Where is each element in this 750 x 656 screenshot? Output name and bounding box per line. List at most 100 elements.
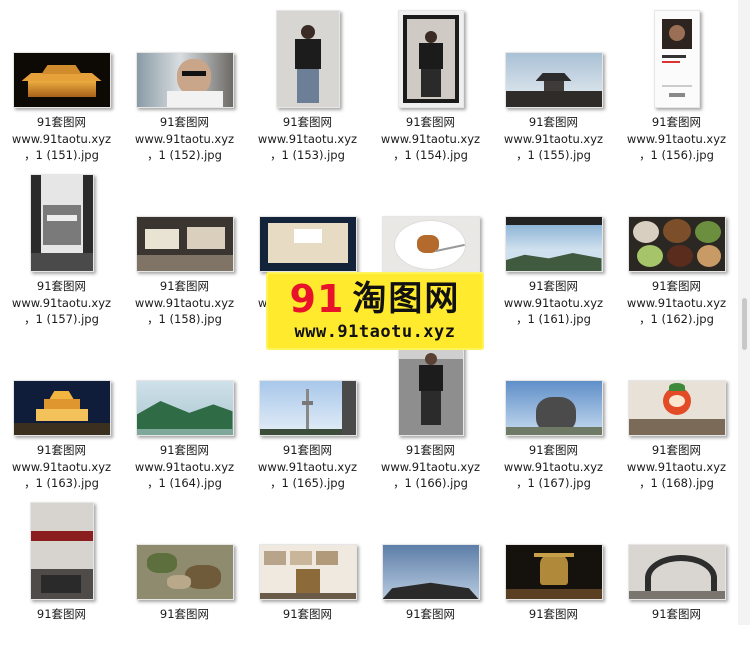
- file-file-text: ，1 (151).jpg: [24, 148, 99, 162]
- file-item[interactable]: 91套图网 www.91taotu.xyz ，1 (158).jpg: [123, 164, 246, 328]
- thumbnail-image[interactable]: [258, 216, 357, 272]
- thumbnail-wrap: [246, 4, 369, 108]
- file-name-text: 91套图网: [651, 607, 702, 621]
- thumbnail-wrap: [492, 332, 615, 436]
- file-file-text: ，1 (164).jpg: [147, 476, 222, 490]
- file-site-text: www.91taotu.xyz: [11, 295, 112, 310]
- thumbnail-wrap: [615, 4, 738, 108]
- file-caption: 91套图网: [0, 606, 123, 623]
- thumbnail-image[interactable]: [258, 544, 357, 600]
- file-item[interactable]: 91套图网 www.91taotu.xyz ，1 (164).jpg: [123, 328, 246, 492]
- file-name-text: 91套图网: [36, 443, 87, 457]
- thumbnail-image[interactable]: [397, 338, 464, 436]
- file-caption: 91套图网 www.91taotu.xyz ，1 (162).jpg: [615, 278, 738, 328]
- file-file-text: ，1 (162).jpg: [639, 312, 714, 326]
- file-item[interactable]: 91套图网: [123, 492, 246, 656]
- thumbnail-image[interactable]: [12, 52, 111, 108]
- thumbnail-image[interactable]: [381, 216, 480, 272]
- file-item[interactable]: 91套图网 www.91taotu.xyz ，1 (157).jpg: [0, 164, 123, 328]
- thumbnail-wrap: [123, 4, 246, 108]
- thumbnail-image[interactable]: [135, 544, 234, 600]
- vertical-scrollbar[interactable]: [738, 0, 750, 625]
- file-item[interactable]: 91套图网 www.91taotu.xyz ，1 (161).jpg: [492, 164, 615, 328]
- file-item[interactable]: 91套图网 www.91taotu.xyz ，1 (165).jpg: [246, 328, 369, 492]
- file-item[interactable]: 91套图网 www.91taotu.xyz ，1 (151).jpg: [0, 0, 123, 164]
- file-name-text: 91套图网: [282, 607, 333, 621]
- file-file-text: ，1 (165).jpg: [270, 476, 345, 490]
- scrollbar-thumb[interactable]: [742, 298, 747, 350]
- thumbnail-image[interactable]: [275, 10, 340, 108]
- file-item[interactable]: 91套图网 www.91taotu.xyz ，1 (166).jpg: [369, 328, 492, 492]
- thumbnail-image[interactable]: [381, 544, 480, 600]
- watermark-title: 淘图网: [352, 279, 461, 319]
- thumbnail-wrap: [246, 496, 369, 600]
- file-item[interactable]: 91套图网 www.91taotu.xyz ，1 (162).jpg: [615, 164, 738, 328]
- thumbnail-image[interactable]: [135, 52, 234, 108]
- file-file-text: ，1 (155).jpg: [516, 148, 591, 162]
- file-name-text: 91套图网: [528, 443, 579, 457]
- file-site-text: www.91taotu.xyz: [11, 459, 112, 474]
- thumbnail-image[interactable]: [504, 52, 603, 108]
- thumbnail-image[interactable]: [627, 216, 726, 272]
- file-name-text: 91套图网: [528, 279, 579, 293]
- watermark-logo: 91 淘图网 www.91taotu.xyz: [266, 272, 484, 350]
- thumbnail-image[interactable]: [258, 380, 357, 436]
- file-item[interactable]: 91套图网 www.91taotu.xyz ，1 (167).jpg: [492, 328, 615, 492]
- thumbnail-image[interactable]: [653, 10, 700, 108]
- file-name-text: 91套图网: [159, 443, 210, 457]
- file-site-text: www.91taotu.xyz: [626, 295, 727, 310]
- file-file-text: ，1 (152).jpg: [147, 148, 222, 162]
- file-item[interactable]: 91套图网 www.91taotu.xyz ，1 (155).jpg: [492, 0, 615, 164]
- file-caption: 91套图网: [123, 606, 246, 623]
- file-item[interactable]: 91套图网 www.91taotu.xyz ，1 (168).jpg: [615, 328, 738, 492]
- file-name-text: 91套图网: [405, 607, 456, 621]
- file-site-text: www.91taotu.xyz: [626, 459, 727, 474]
- file-item[interactable]: 91套图网: [492, 492, 615, 656]
- file-site-text: www.91taotu.xyz: [11, 131, 112, 146]
- thumbnail-wrap: [615, 496, 738, 600]
- file-item[interactable]: 91套图网 www.91taotu.xyz ，1 (153).jpg: [246, 0, 369, 164]
- thumbnail-wrap: [0, 168, 123, 272]
- file-name-text: 91套图网: [651, 443, 702, 457]
- file-caption: 91套图网 www.91taotu.xyz ，1 (166).jpg: [369, 442, 492, 492]
- file-caption: 91套图网 www.91taotu.xyz ，1 (152).jpg: [123, 114, 246, 164]
- file-name-text: 91套图网: [36, 279, 87, 293]
- thumbnail-wrap: [369, 168, 492, 272]
- file-item[interactable]: 91套图网: [615, 492, 738, 656]
- file-item[interactable]: 91套图网 www.91taotu.xyz ，1 (154).jpg: [369, 0, 492, 164]
- thumbnail-image[interactable]: [29, 174, 94, 272]
- thumbnail-wrap: [0, 332, 123, 436]
- file-site-text: www.91taotu.xyz: [380, 131, 481, 146]
- file-site-text: www.91taotu.xyz: [503, 295, 604, 310]
- thumbnail-image[interactable]: [504, 544, 603, 600]
- file-site-text: www.91taotu.xyz: [626, 131, 727, 146]
- file-name-text: 91套图网: [282, 443, 333, 457]
- file-item[interactable]: 91套图网: [0, 492, 123, 656]
- file-caption: 91套图网 www.91taotu.xyz ，1 (157).jpg: [0, 278, 123, 328]
- thumbnail-image[interactable]: [504, 216, 603, 272]
- thumbnail-image[interactable]: [504, 380, 603, 436]
- file-file-text: ，1 (166).jpg: [393, 476, 468, 490]
- file-caption: 91套图网: [615, 606, 738, 623]
- file-site-text: www.91taotu.xyz: [503, 131, 604, 146]
- thumbnail-image[interactable]: [135, 216, 234, 272]
- file-name-text: 91套图网: [528, 115, 579, 129]
- file-file-text: ，1 (158).jpg: [147, 312, 222, 326]
- thumbnail-image[interactable]: [135, 380, 234, 436]
- file-item[interactable]: 91套图网 www.91taotu.xyz ，1 (152).jpg: [123, 0, 246, 164]
- file-item[interactable]: 91套图网: [369, 492, 492, 656]
- thumbnail-wrap: [492, 496, 615, 600]
- thumbnail-wrap: [615, 168, 738, 272]
- thumbnail-image[interactable]: [29, 502, 94, 600]
- file-item[interactable]: 91套图网 www.91taotu.xyz ，1 (163).jpg: [0, 328, 123, 492]
- thumbnail-image[interactable]: [627, 544, 726, 600]
- file-site-text: www.91taotu.xyz: [134, 131, 235, 146]
- thumbnail-image[interactable]: [12, 380, 111, 436]
- file-file-text: ，1 (154).jpg: [393, 148, 468, 162]
- file-item[interactable]: 91套图网 www.91taotu.xyz ，1 (156).jpg: [615, 0, 738, 164]
- thumbnail-image[interactable]: [397, 10, 464, 108]
- thumbnail-image[interactable]: [627, 380, 726, 436]
- file-file-text: ，1 (163).jpg: [24, 476, 99, 490]
- file-caption: 91套图网: [246, 606, 369, 623]
- file-item[interactable]: 91套图网: [246, 492, 369, 656]
